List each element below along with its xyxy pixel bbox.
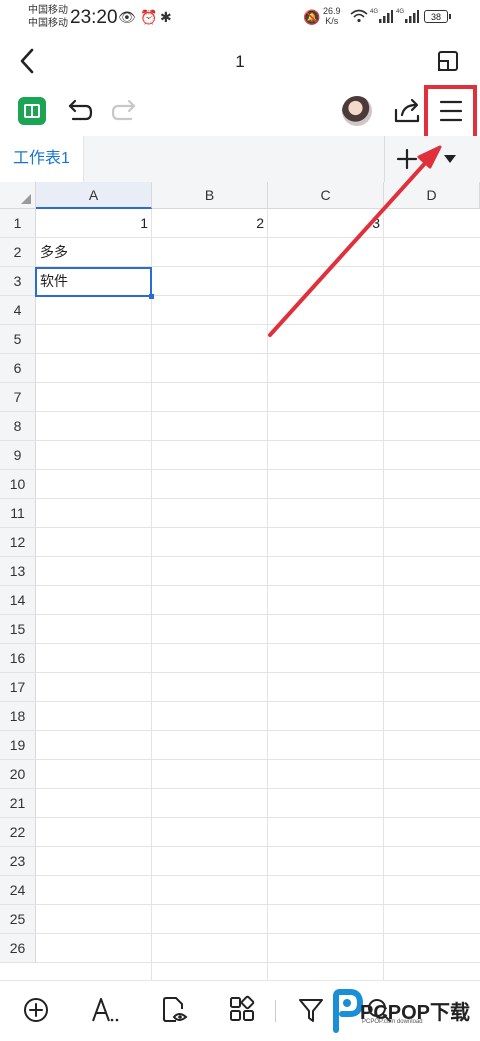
- row-header-24[interactable]: 24: [0, 876, 36, 905]
- row-header-8[interactable]: 8: [0, 412, 36, 441]
- cell-a1[interactable]: 1: [36, 209, 152, 238]
- battery-indicator: 38: [424, 10, 451, 23]
- menu-highlight-box: [424, 85, 477, 143]
- grid-row-line: [36, 933, 480, 934]
- signal-1-icon: [379, 10, 393, 28]
- fold-window-icon[interactable]: [437, 50, 458, 72]
- grid-row-line: [36, 672, 480, 673]
- grid-row-line: [36, 875, 480, 876]
- grid-row-line: [36, 962, 480, 963]
- selected-cell-outline: [35, 267, 154, 299]
- row-header-26[interactable]: 26: [0, 934, 36, 963]
- cell-a2[interactable]: 多多: [36, 238, 152, 267]
- row-header-9[interactable]: 9: [0, 441, 36, 470]
- row-header-1[interactable]: 1: [0, 209, 36, 238]
- row-header-11[interactable]: 11: [0, 499, 36, 528]
- document-title: 1: [235, 52, 245, 71]
- filter-icon[interactable]: [296, 995, 326, 1025]
- net-speed-value: 26.9: [323, 6, 341, 16]
- row-header-17[interactable]: 17: [0, 673, 36, 702]
- tab-sheet-1[interactable]: 工作表1: [0, 136, 84, 182]
- alarm-icon: ⏰: [140, 9, 158, 25]
- carrier-2: 中国移动: [28, 18, 68, 29]
- watermark-sub: PCPOP.com download: [362, 1019, 423, 1025]
- eye-comfort-icon: 👁: [118, 9, 136, 25]
- tab-divider: [384, 136, 385, 182]
- row-header-10[interactable]: 10: [0, 470, 36, 499]
- net-speed: 26.9 K/s: [323, 6, 341, 26]
- grid-row-line: [36, 527, 480, 528]
- grid-row-line: [36, 585, 480, 586]
- row-header-6[interactable]: 6: [0, 354, 36, 383]
- avatar[interactable]: [342, 96, 372, 126]
- mute-icon: 🔕: [303, 9, 321, 25]
- view-icon[interactable]: [160, 995, 190, 1025]
- select-all-corner[interactable]: [0, 182, 36, 209]
- grid-row-line: [36, 556, 480, 557]
- spreadsheet-grid[interactable]: A B C D 1 2 3 4 5 6 7 8 9 10 11 12 13 14 15 16 17 18 19 20 21 22 2…: [0, 182, 480, 980]
- net-speed-unit: K/s: [325, 16, 339, 26]
- undo-icon[interactable]: [64, 96, 94, 126]
- carrier-1: 中国移动: [28, 5, 68, 16]
- grid-row-line: [36, 817, 480, 818]
- grid-row-line: [36, 904, 480, 905]
- signal-1-type: 4G: [370, 9, 379, 15]
- row-header-15[interactable]: 15: [0, 615, 36, 644]
- row-header-14[interactable]: 14: [0, 586, 36, 615]
- row-header-5[interactable]: 5: [0, 325, 36, 354]
- grid-row-line: [36, 411, 480, 412]
- row-header-13[interactable]: 13: [0, 557, 36, 586]
- signal-2-type: 4G: [396, 9, 405, 15]
- grid-row-line: [36, 382, 480, 383]
- row-header-20[interactable]: 20: [0, 760, 36, 789]
- column-header-c[interactable]: C: [268, 182, 384, 209]
- redo-icon[interactable]: [110, 96, 140, 126]
- row-header-19[interactable]: 19: [0, 731, 36, 760]
- grid-row-line: [36, 498, 480, 499]
- apps-icon[interactable]: [227, 995, 257, 1025]
- grid-row-line: [36, 788, 480, 789]
- wifi-icon: [350, 9, 368, 26]
- share-icon[interactable]: [392, 96, 422, 126]
- grid-row-line: [36, 324, 480, 325]
- grid-row-line: [36, 730, 480, 731]
- text-format-icon[interactable]: [90, 995, 120, 1025]
- row-header-21[interactable]: 21: [0, 789, 36, 818]
- column-header-b[interactable]: B: [152, 182, 268, 209]
- grid-row-line: [36, 846, 480, 847]
- cell-c1[interactable]: 3: [268, 209, 384, 238]
- status-bar: 中国移动 中国移动 23:20 👁 ⏰ ✱ 🔕 26.9 K/s 4G 4G 3…: [0, 0, 480, 36]
- row-header-4[interactable]: 4: [0, 296, 36, 325]
- grid-row-line: [36, 353, 480, 354]
- grid-row-line: [36, 643, 480, 644]
- plus-icon[interactable]: [395, 139, 419, 182]
- column-header-d[interactable]: D: [384, 182, 480, 209]
- signal-2-icon: [405, 10, 419, 28]
- sheets-app-icon[interactable]: [18, 97, 46, 125]
- grid-row-line: [36, 440, 480, 441]
- insert-icon[interactable]: [21, 995, 51, 1025]
- bluetooth-icon: ✱: [160, 9, 172, 25]
- row-header-16[interactable]: 16: [0, 644, 36, 673]
- dropdown-triangle-icon[interactable]: [443, 140, 457, 179]
- column-header-a[interactable]: A: [36, 182, 152, 209]
- toolbar-divider: [275, 1000, 276, 1022]
- row-header-18[interactable]: 18: [0, 702, 36, 731]
- row-header-2[interactable]: 2: [0, 238, 36, 267]
- grid-row-line: [36, 614, 480, 615]
- status-time: 23:20: [70, 7, 118, 28]
- grid-row-line: [36, 469, 480, 470]
- row-header-23[interactable]: 23: [0, 847, 36, 876]
- row-header-12[interactable]: 12: [0, 528, 36, 557]
- row-header-7[interactable]: 7: [0, 383, 36, 412]
- row-header-3[interactable]: 3: [0, 267, 36, 296]
- row-header-22[interactable]: 22: [0, 818, 36, 847]
- cell-b1[interactable]: 2: [152, 209, 268, 238]
- grid-row-line: [36, 759, 480, 760]
- row-header-25[interactable]: 25: [0, 905, 36, 934]
- grid-row-line: [36, 701, 480, 702]
